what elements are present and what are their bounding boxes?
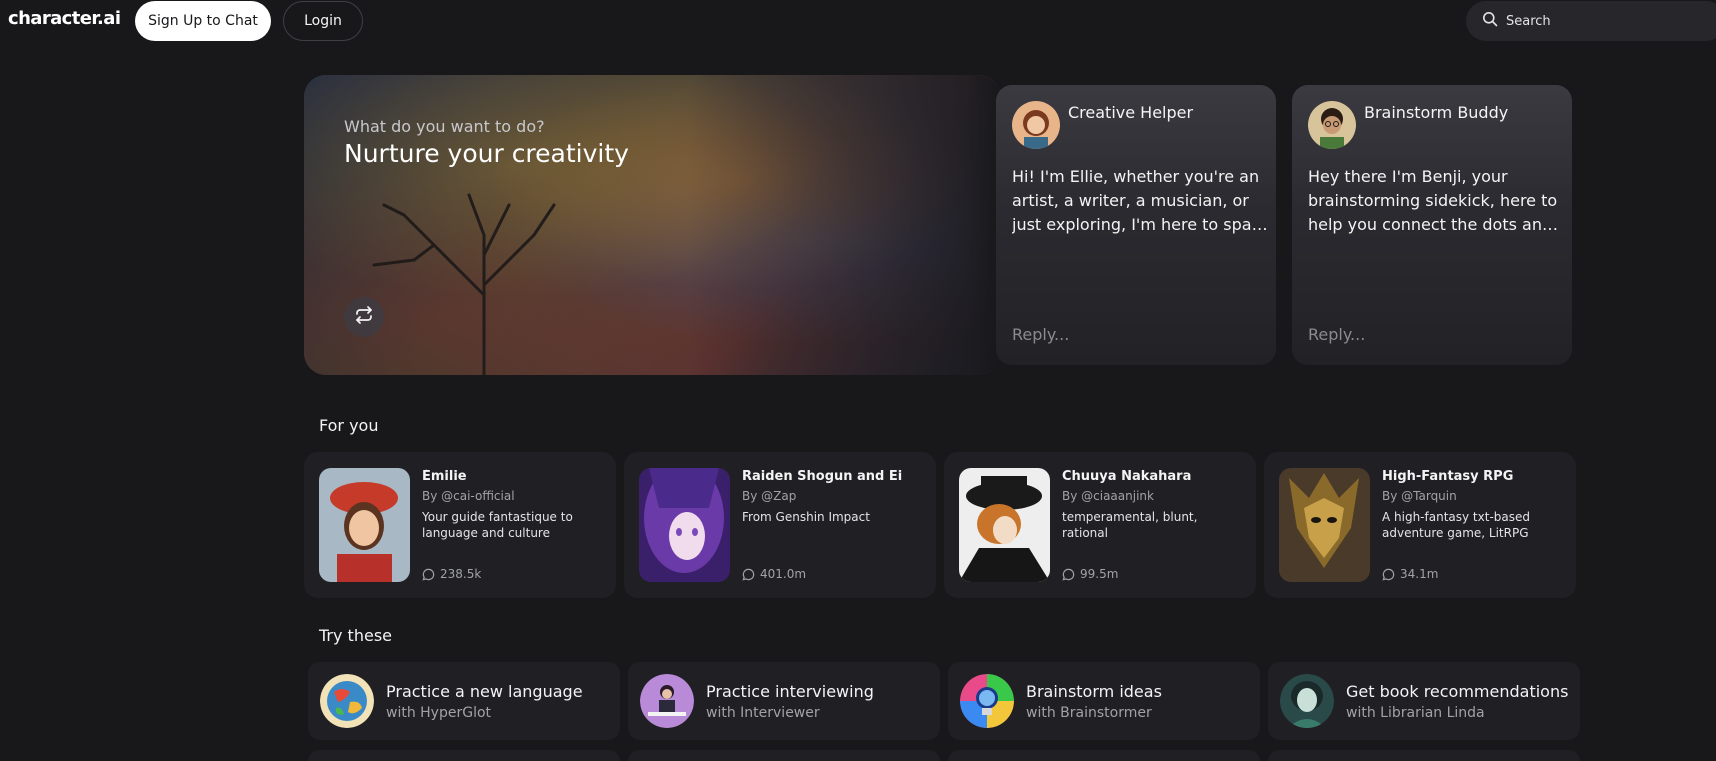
- character-description: Your guide fantastique to language and c…: [422, 510, 573, 540]
- top-bar: character.ai Sign Up to Chat Login: [0, 0, 1716, 42]
- hero-banner: What do you want to do? Nurture your cre…: [304, 75, 1000, 375]
- try-card-interviewing[interactable]: Practice interviewing with Interviewer: [628, 662, 940, 740]
- try-card-title: Get book recommendations: [1346, 682, 1569, 701]
- chat-count-value: 34.1m: [1400, 567, 1439, 581]
- interviewer-avatar: [640, 674, 694, 728]
- chat-bubble-icon: [1062, 568, 1075, 581]
- chat-count-value: 238.5k: [440, 567, 482, 581]
- globe-icon: [320, 674, 374, 728]
- chat-count-value: 401.0m: [760, 567, 807, 581]
- search-input[interactable]: [1506, 13, 1686, 29]
- lightbulb-icon: [960, 674, 1014, 728]
- character-description: From Genshin Impact: [742, 510, 870, 524]
- refresh-button[interactable]: [344, 297, 384, 337]
- chat-bubble-icon: [742, 568, 755, 581]
- character-author: By @Tarquin: [1382, 489, 1457, 503]
- try-card-partial: [1268, 750, 1580, 761]
- chat-count: 401.0m: [742, 567, 806, 581]
- character-author: By @cai-official: [422, 489, 515, 503]
- chat-card-creative-helper[interactable]: Creative Helper Hi! I'm Ellie, whether y…: [996, 85, 1276, 365]
- character-avatar: [959, 468, 1050, 582]
- reply-input[interactable]: [1308, 325, 1548, 344]
- character-avatar: [319, 468, 410, 582]
- chat-count: 238.5k: [422, 567, 481, 581]
- try-card-title: Practice interviewing: [706, 682, 874, 701]
- chat-card-name: Brainstorm Buddy: [1364, 103, 1509, 122]
- character-name: Émilie: [422, 469, 467, 484]
- character-avatar: [1279, 468, 1370, 582]
- try-card-partial: [628, 750, 940, 761]
- chat-bubble-icon: [1382, 568, 1395, 581]
- chat-count-value: 99.5m: [1080, 567, 1119, 581]
- try-card-partial: [308, 750, 620, 761]
- character-card-chuuya[interactable]: Chuuya Nakahara By @ciaaanjink temperame…: [944, 452, 1256, 598]
- try-card-title: Brainstorm ideas: [1026, 682, 1162, 701]
- chat-bubble-icon: [422, 568, 435, 581]
- character-card-raiden[interactable]: Raiden Shogun and Ei By @Zap From Genshi…: [624, 452, 936, 598]
- chat-count: 34.1m: [1382, 567, 1438, 581]
- try-card-subtitle: with HyperGlot: [386, 705, 492, 721]
- chat-card-name: Creative Helper: [1068, 103, 1194, 122]
- try-card-brainstorm[interactable]: Brainstorm ideas with Brainstormer: [948, 662, 1260, 740]
- character-description: A high-fantasy txt-based adventure game,…: [1382, 510, 1530, 540]
- chat-count: 99.5m: [1062, 567, 1118, 581]
- character-description: temperamental, blunt, rational: [1062, 510, 1198, 540]
- try-card-subtitle: with Interviewer: [706, 705, 820, 721]
- search-icon: [1482, 11, 1498, 31]
- try-card-partial: [948, 750, 1260, 761]
- section-title-for-you: For you: [319, 416, 379, 435]
- avatar: [1012, 101, 1060, 149]
- reply-input[interactable]: [1012, 325, 1252, 344]
- refresh-icon: [354, 305, 374, 329]
- section-title-try-these: Try these: [319, 626, 392, 645]
- character-card-emilie[interactable]: Émilie By @cai-official Your guide fanta…: [304, 452, 616, 598]
- character-name: Raiden Shogun and Ei: [742, 469, 903, 484]
- try-card-books[interactable]: Get book recommendations with Librarian …: [1268, 662, 1580, 740]
- try-card-title: Practice a new language: [386, 682, 583, 701]
- chat-card-message: Hi! I'm Ellie, whether you're an artist,…: [1012, 167, 1268, 234]
- character-card-high-fantasy-rpg[interactable]: High-Fantasy RPG By @Tarquin A high-fant…: [1264, 452, 1576, 598]
- hero-title: Nurture your creativity: [344, 139, 629, 168]
- try-card-subtitle: with Brainstormer: [1026, 705, 1152, 721]
- avatar: [1308, 101, 1356, 149]
- login-button[interactable]: Login: [283, 1, 363, 41]
- chat-card-message: Hey there I'm Benji, your brainstorming …: [1308, 167, 1558, 234]
- try-card-subtitle: with Librarian Linda: [1346, 705, 1485, 721]
- character-author: By @Zap: [742, 489, 797, 503]
- signup-button[interactable]: Sign Up to Chat: [135, 1, 271, 41]
- character-name: Chuuya Nakahara: [1062, 469, 1192, 484]
- character-avatar: [639, 468, 730, 582]
- character-name: High-Fantasy RPG: [1382, 469, 1514, 484]
- character-author: By @ciaaanjink: [1062, 489, 1154, 503]
- search-bar[interactable]: [1466, 1, 1716, 41]
- hero-subtitle: What do you want to do?: [344, 117, 545, 136]
- chat-card-brainstorm-buddy[interactable]: Brainstorm Buddy Hey there I'm Benji, yo…: [1292, 85, 1572, 365]
- librarian-avatar: [1280, 674, 1334, 728]
- logo[interactable]: character.ai: [8, 8, 121, 29]
- try-card-language[interactable]: Practice a new language with HyperGlot: [308, 662, 620, 740]
